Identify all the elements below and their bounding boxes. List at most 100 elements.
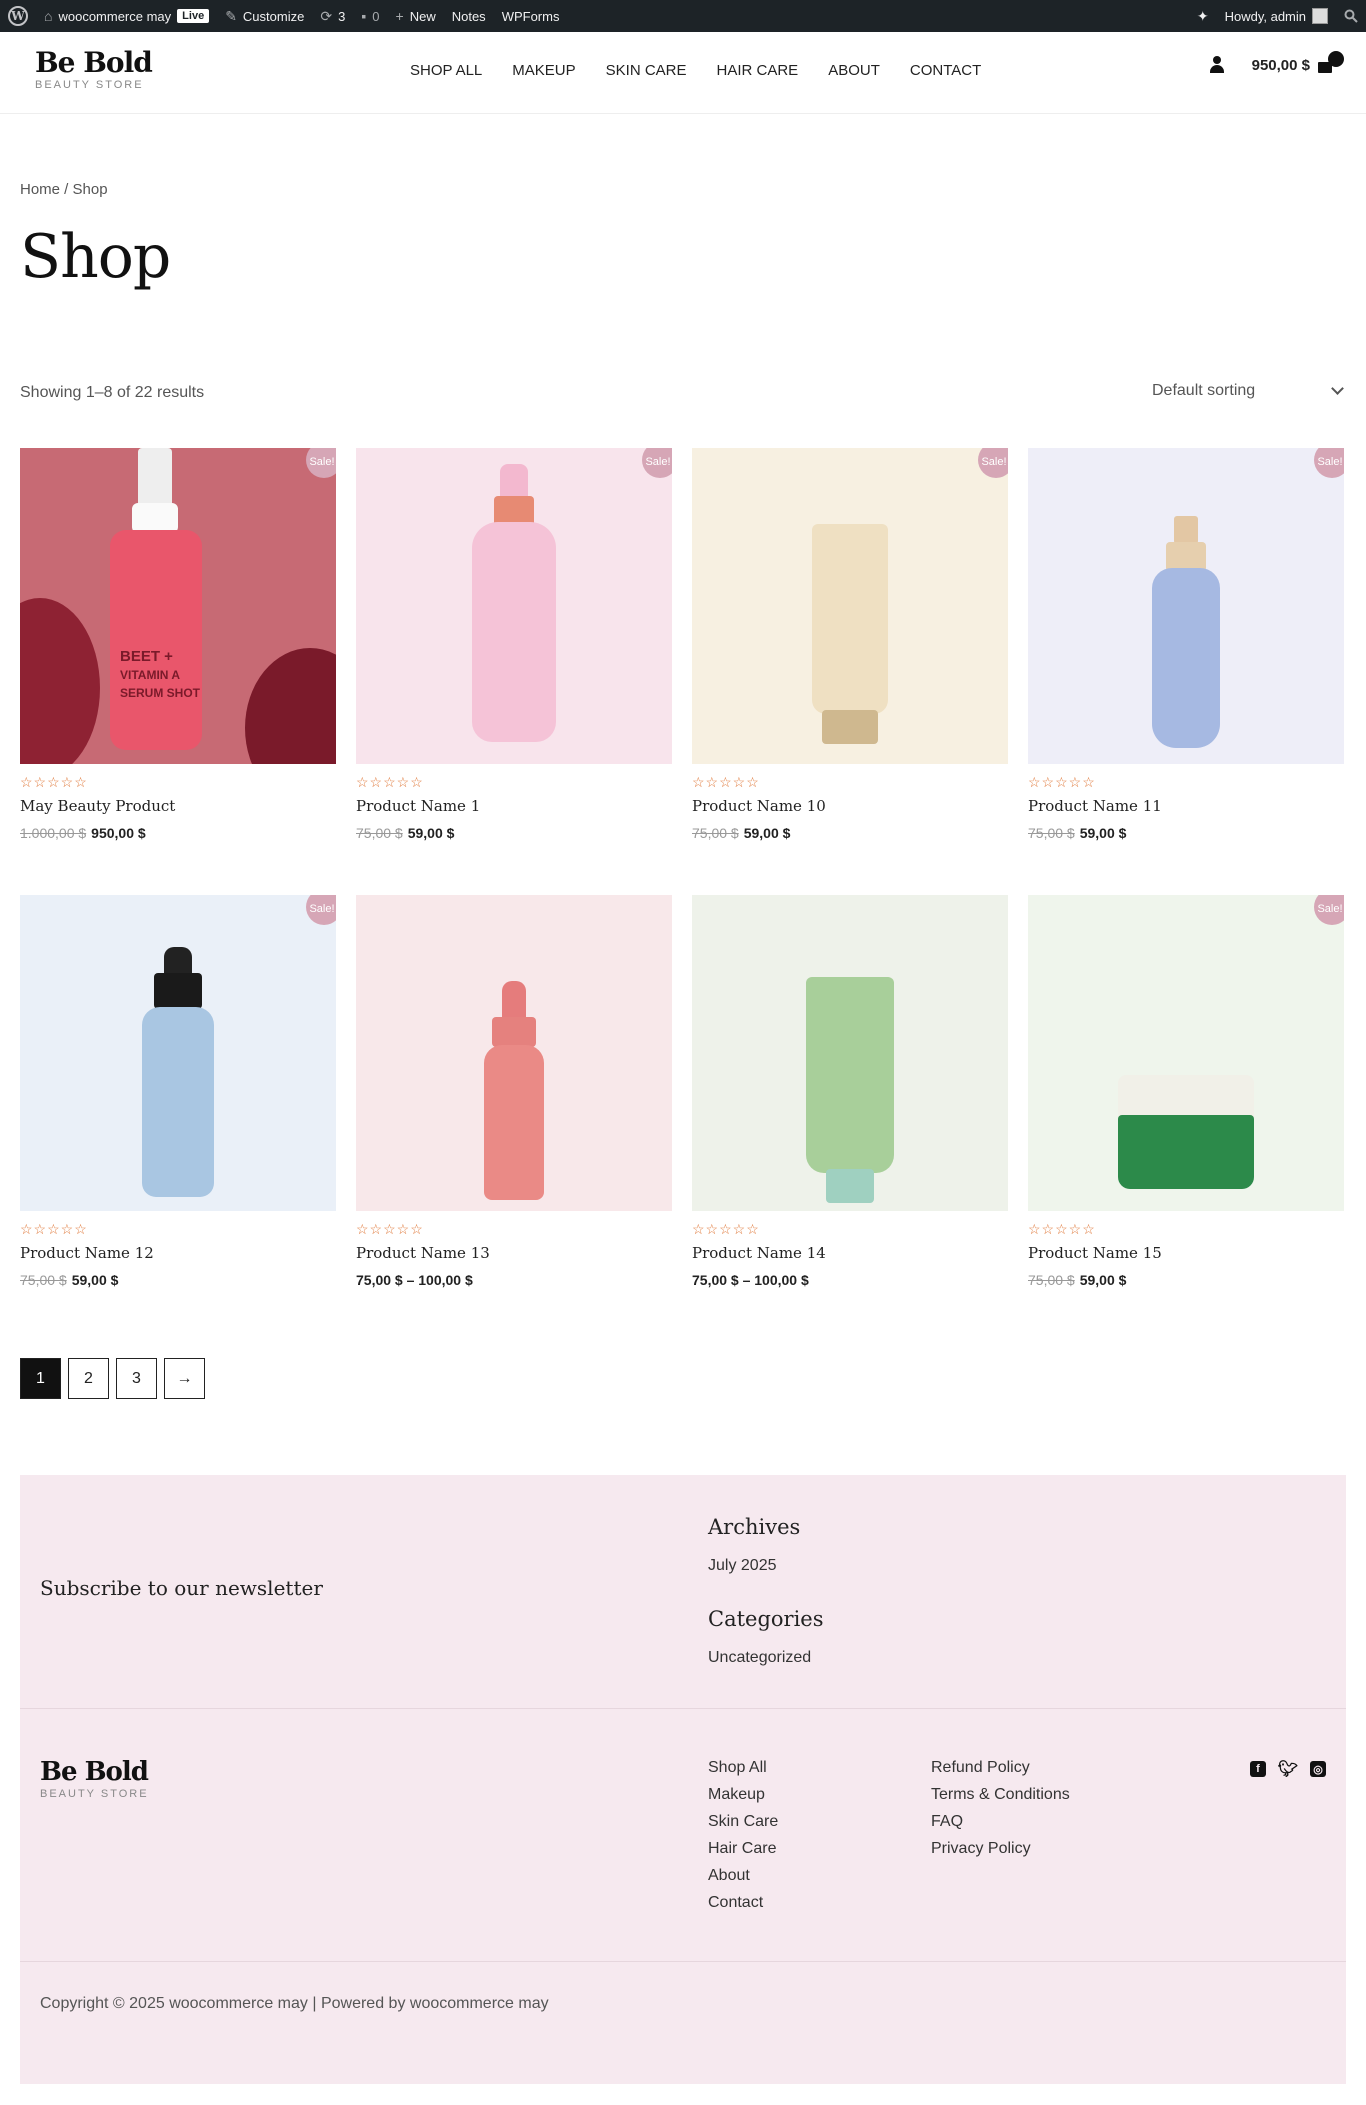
wpforms-label: WPForms [501, 8, 560, 24]
footer-link-hair-care[interactable]: Hair Care [708, 1840, 778, 1859]
sparkle-icon[interactable]: ✦ [1197, 0, 1209, 32]
category-link[interactable]: Uncategorized [708, 1649, 811, 1667]
old-price: 75,00 $ [20, 1272, 67, 1288]
admin-account[interactable]: Howdy, admin [1225, 0, 1328, 32]
nav-about[interactable]: ABOUT [828, 62, 880, 79]
sale-badge: Sale! [642, 448, 672, 478]
refresh-icon: ⟳ [320, 7, 333, 24]
page-3-button[interactable]: 3 [116, 1358, 157, 1399]
admin-notes[interactable]: Notes [452, 0, 486, 32]
product-image[interactable]: Sale! [692, 448, 1008, 764]
facebook-icon[interactable]: f [1250, 1761, 1266, 1777]
sale-badge: Sale! [1314, 448, 1344, 478]
admin-new[interactable]: + New [396, 0, 436, 32]
page-1-button[interactable]: 1 [20, 1358, 61, 1399]
breadcrumb[interactable]: Home / Shop [20, 181, 108, 198]
footer-link-skin-care[interactable]: Skin Care [708, 1813, 778, 1832]
old-price: 75,00 $ [356, 825, 403, 841]
next-page-button[interactable]: → [164, 1358, 205, 1399]
site-name-label: woocommerce may [58, 8, 172, 24]
admin-comments[interactable]: ▪ 0 [361, 0, 379, 32]
cart-icon [1318, 51, 1344, 73]
pagination: 1 2 3 → [20, 1358, 205, 1399]
nav-skin-care[interactable]: SKIN CARE [606, 62, 687, 79]
notes-label: Notes [451, 8, 486, 24]
page-2-button[interactable]: 2 [68, 1358, 109, 1399]
site-header: Be Bold BEAUTY STORE SHOP ALL MAKEUP SKI… [0, 32, 1366, 114]
cart-button[interactable]: 950,00 $ [1252, 51, 1344, 74]
sale-badge: Sale! [1314, 895, 1344, 925]
admin-site-name[interactable]: ⌂ woocommerce may Live [44, 0, 210, 32]
product-image[interactable]: Sale! [1028, 895, 1344, 1211]
site-logo[interactable]: Be Bold BEAUTY STORE [35, 48, 153, 92]
customize-label: Customize [242, 8, 305, 24]
product-image[interactable] [692, 895, 1008, 1211]
product-card: ☆☆☆☆☆ Product Name 14 75,00 $ – 100,00 $ [692, 895, 1008, 1288]
account-icon[interactable] [1208, 56, 1226, 74]
product-card: Sale! ☆☆☆☆☆ Product Name 11 75,00 $59,00… [1028, 448, 1344, 841]
sale-price: 59,00 $ [407, 825, 455, 841]
nav-contact[interactable]: CONTACT [910, 62, 981, 79]
product-card: BEET + VITAMIN A SERUM SHOT Sale! ☆☆☆☆☆ … [20, 448, 336, 841]
page-title: Shop [20, 222, 171, 292]
product-name[interactable]: Product Name 11 [1028, 797, 1344, 815]
product-name[interactable]: Product Name 10 [692, 797, 1008, 815]
footer-link-shop-all[interactable]: Shop All [708, 1759, 778, 1778]
instagram-icon[interactable]: ◎ [1310, 1761, 1326, 1777]
sorting-select[interactable]: Default sorting [1152, 376, 1344, 406]
footer-link-faq[interactable]: FAQ [931, 1813, 1070, 1832]
product-card: Sale! ☆☆☆☆☆ Product Name 15 75,00 $59,00… [1028, 895, 1344, 1288]
footer-link-terms[interactable]: Terms & Conditions [931, 1786, 1070, 1805]
product-card: Sale! ☆☆☆☆☆ Product Name 12 75,00 $59,00… [20, 895, 336, 1288]
product-image[interactable]: Sale! [20, 895, 336, 1211]
footer-link-contact[interactable]: Contact [708, 1894, 778, 1913]
product-price: 75,00 $59,00 $ [20, 1272, 336, 1288]
admin-updates[interactable]: ⟳ 3 [320, 0, 345, 32]
nav-hair-care[interactable]: HAIR CARE [717, 62, 799, 79]
new-label: New [409, 8, 436, 24]
product-name[interactable]: Product Name 13 [356, 1244, 672, 1262]
search-icon[interactable] [1344, 0, 1358, 32]
comments-count: 0 [372, 8, 380, 24]
rating-stars: ☆☆☆☆☆ [1028, 774, 1096, 790]
result-count: Showing 1–8 of 22 results [20, 384, 205, 401]
copyright-text: Copyright © 2025 woocommerce may | Power… [40, 1995, 549, 2012]
product-name[interactable]: Product Name 1 [356, 797, 672, 815]
sorting-value: Default sorting [1152, 382, 1256, 399]
wordpress-logo-icon[interactable]: W [8, 0, 28, 32]
product-price: 1.000,00 $950,00 $ [20, 825, 336, 841]
product-image[interactable]: Sale! [1028, 448, 1344, 764]
footer-link-privacy-policy[interactable]: Privacy Policy [931, 1840, 1070, 1859]
product-name[interactable]: May Beauty Product [20, 797, 336, 815]
sale-price: 59,00 $ [1079, 1272, 1127, 1288]
admin-wpforms[interactable]: WPForms [502, 0, 560, 32]
twitter-icon[interactable]: 🐦︎ [1278, 1761, 1298, 1778]
product-name[interactable]: Product Name 15 [1028, 1244, 1344, 1262]
footer-logo[interactable]: Be Bold BEAUTY STORE [40, 1757, 149, 1800]
product-image[interactable]: BEET + VITAMIN A SERUM SHOT Sale! [20, 448, 336, 764]
product-name[interactable]: Product Name 12 [20, 1244, 336, 1262]
product-image[interactable]: Sale! [356, 448, 672, 764]
nav-shop-all[interactable]: SHOP ALL [410, 62, 482, 79]
archive-link[interactable]: July 2025 [708, 1557, 777, 1575]
product-label-text: VITAMIN A [120, 668, 180, 682]
product-name[interactable]: Product Name 14 [692, 1244, 1008, 1262]
plus-icon: + [395, 8, 404, 24]
product-image[interactable] [356, 895, 672, 1211]
product-price: 75,00 $59,00 $ [1028, 1272, 1344, 1288]
product-price: 75,00 $59,00 $ [1028, 825, 1344, 841]
logo-tagline: BEAUTY STORE [35, 79, 144, 91]
old-price: 75,00 $ [692, 825, 739, 841]
footer-bottom: Copyright © 2025 woocommerce may | Power… [20, 1962, 1346, 2084]
product-card: ☆☆☆☆☆ Product Name 13 75,00 $ – 100,00 $ [356, 895, 672, 1288]
nav-makeup[interactable]: MAKEUP [512, 62, 575, 79]
sale-price: 59,00 $ [71, 1272, 119, 1288]
sale-price: 75,00 $ – 100,00 $ [692, 1272, 809, 1288]
footer-link-makeup[interactable]: Makeup [708, 1786, 778, 1805]
footer-link-about[interactable]: About [708, 1867, 778, 1886]
rating-stars: ☆☆☆☆☆ [1028, 1221, 1096, 1237]
footer-link-refund-policy[interactable]: Refund Policy [931, 1759, 1070, 1778]
sale-price: 59,00 $ [743, 825, 791, 841]
footer-menu-policies: Refund Policy Terms & Conditions FAQ Pri… [931, 1759, 1070, 1859]
admin-customize[interactable]: ✎ Customize [225, 0, 304, 32]
